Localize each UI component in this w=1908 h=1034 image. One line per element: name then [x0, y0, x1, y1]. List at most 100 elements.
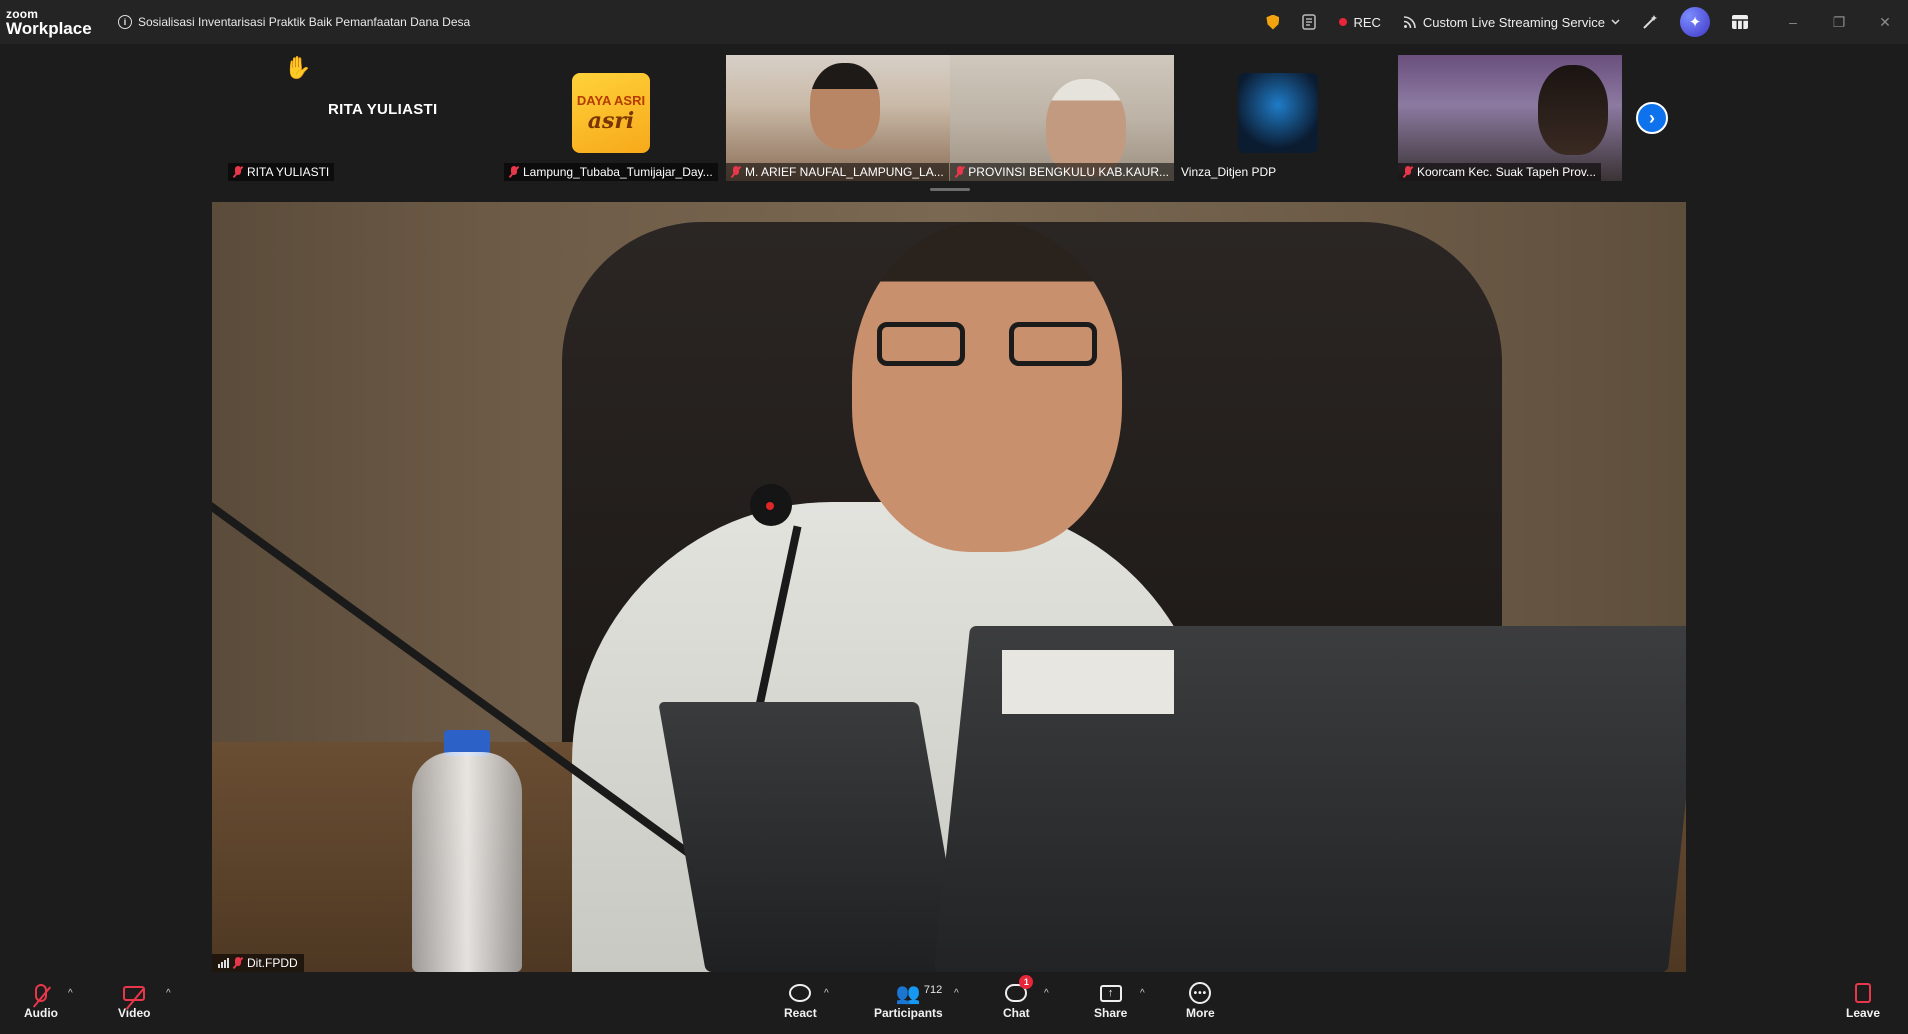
participant-tile[interactable]: ✋ RITA YULIASTI RITA YULIASTI [228, 55, 452, 181]
participant-avatar [1238, 73, 1318, 153]
video-water-bottle [412, 752, 522, 972]
participant-video-tile[interactable]: M. ARIEF NAUFAL_LAMPUNG_LA... [726, 55, 950, 181]
leave-button[interactable]: Leave [1846, 980, 1880, 1020]
signal-strength-icon [218, 958, 229, 968]
speaker-name: Dit.FPDD [247, 956, 298, 970]
microphone-muted-icon [35, 984, 47, 1002]
logo-line2: asri [587, 107, 635, 134]
participant-name: Lampung_Tubaba_Tumijajar_Day... [523, 165, 713, 179]
daya-asri-logo: DAYA ASRI asri [572, 73, 650, 153]
recording-indicator[interactable]: REC [1339, 14, 1381, 30]
share-button[interactable]: ↑ Share [1094, 980, 1127, 1020]
active-speaker-video[interactable] [212, 202, 1686, 972]
meeting-info[interactable]: i Sosialisasi Inventarisasi Praktik Baik… [118, 15, 470, 29]
participant-tile[interactable]: Vinza_Ditjen PDP [1176, 55, 1400, 181]
title-bar: zoom Workplace i Sosialisasi Inventarisa… [0, 0, 1908, 44]
video-microphone [750, 484, 792, 526]
wand-icon [1643, 15, 1657, 29]
strip-resize-handle[interactable] [930, 188, 970, 191]
leave-label: Leave [1846, 1006, 1881, 1020]
live-stream-menu[interactable]: Custom Live Streaming Service [1403, 15, 1620, 30]
react-button[interactable]: React [784, 980, 817, 1020]
info-icon[interactable]: i [118, 15, 132, 29]
stream-label: Custom Live Streaming Service [1422, 14, 1605, 30]
apps-button[interactable] [1732, 15, 1748, 29]
meeting-toolbar: Audio ^ Video ^ React ^ 👥 712 Participan… [0, 972, 1908, 1034]
speaker-name-tag: Dit.FPDD [212, 954, 304, 972]
mic-muted-icon [509, 166, 519, 178]
chat-label: Chat [1003, 1006, 1030, 1020]
chat-unread-badge: 1 [1019, 975, 1034, 989]
leave-door-icon [1855, 983, 1872, 1003]
participant-video [1538, 65, 1608, 155]
participant-name: PROVINSI BENGKULU KAB.KAUR... [968, 165, 1169, 179]
magic-wand-button[interactable] [1642, 14, 1658, 30]
camera-off-icon [123, 985, 146, 1001]
mic-muted-icon [731, 166, 741, 178]
meeting-title: Sosialisasi Inventarisasi Praktik Baik P… [138, 15, 471, 29]
react-label: React [784, 1006, 817, 1020]
participant-video [810, 63, 880, 149]
chevron-down-icon [1611, 19, 1620, 25]
notes-button[interactable] [1301, 14, 1317, 30]
mic-muted-icon [955, 166, 964, 178]
rec-label: REC [1353, 14, 1381, 30]
video-speaker-head [852, 222, 1122, 552]
broadcast-icon [1403, 16, 1416, 29]
brand-top: zoom [6, 6, 39, 21]
participants-icon: 👥 [895, 982, 921, 1005]
share-screen-icon: ↑ [1099, 984, 1122, 1002]
participant-name: Koorcam Kec. Suak Tapeh Prov... [1417, 165, 1596, 179]
rec-dot-icon [1339, 18, 1348, 26]
title-controls: REC Custom Live Streaming Service ✦ – ❐ … [1266, 0, 1908, 44]
participant-name-tag: Koorcam Kec. Suak Tapeh Prov... [1398, 163, 1601, 181]
chat-button[interactable]: 1 Chat [1003, 975, 1034, 1020]
participant-display-name: RITA YULIASTI [328, 101, 438, 118]
more-label: More [1186, 1006, 1215, 1020]
chat-options-caret[interactable]: ^ [1044, 988, 1049, 999]
zoom-meeting-window: zoom Workplace i Sosialisasi Inventarisa… [0, 0, 1908, 1034]
ai-companion-button[interactable]: ✦ [1680, 7, 1710, 37]
sparkle-icon: ✦ [1680, 7, 1710, 37]
participant-name: M. ARIEF NAUFAL_LAMPUNG_LA... [745, 165, 944, 179]
video-button[interactable]: Video [118, 980, 150, 1020]
participant-video-tile[interactable]: PROVINSI BENGKULU KAB.KAUR... [950, 55, 1174, 181]
mic-muted-icon [233, 166, 243, 178]
close-button[interactable]: ✕ [1862, 14, 1908, 31]
participant-name-tag: Vinza_Ditjen PDP [1176, 163, 1281, 181]
participant-name-tag: Lampung_Tubaba_Tumijajar_Day... [504, 163, 718, 181]
audio-button[interactable]: Audio [24, 980, 58, 1020]
participants-label: Participants [874, 1006, 943, 1020]
restore-button[interactable]: ❐ [1816, 14, 1862, 31]
logo-line1: DAYA ASRI [576, 92, 646, 108]
participant-name: Vinza_Ditjen PDP [1181, 165, 1277, 179]
video-laptop-sticker [1002, 650, 1174, 714]
audio-options-caret[interactable]: ^ [68, 988, 73, 999]
video-options-caret[interactable]: ^ [166, 988, 171, 999]
participant-name-tag: PROVINSI BENGKULU KAB.KAUR... [950, 163, 1174, 181]
participant-video-tile[interactable]: Koorcam Kec. Suak Tapeh Prov... [1398, 55, 1622, 181]
more-dots-icon: ••• [1189, 982, 1212, 1004]
participants-options-caret[interactable]: ^ [954, 988, 959, 999]
security-shield[interactable] [1266, 14, 1280, 30]
raised-hand-icon: ✋ [284, 55, 312, 80]
participant-name-tag: M. ARIEF NAUFAL_LAMPUNG_LA... [726, 163, 949, 181]
gallery-next-button[interactable]: › [1636, 102, 1668, 134]
participant-name-tag: RITA YULIASTI [228, 163, 335, 181]
shield-icon [1266, 14, 1280, 30]
more-button[interactable]: ••• More [1186, 980, 1215, 1020]
gallery-strip: ✋ RITA YULIASTI RITA YULIASTI DAYA ASRI … [0, 44, 1908, 194]
video-mic-light [766, 502, 774, 510]
minimize-button[interactable]: – [1770, 14, 1816, 30]
participant-tile[interactable]: DAYA ASRI asri Lampung_Tubaba_Tumijajar_… [504, 55, 728, 181]
zoom-logo: zoom Workplace [0, 8, 118, 37]
mic-muted-icon [1403, 166, 1413, 178]
react-options-caret[interactable]: ^ [824, 988, 829, 999]
apps-grid-icon [1732, 15, 1748, 29]
share-options-caret[interactable]: ^ [1140, 988, 1145, 999]
participants-button[interactable]: 👥 712 Participants [874, 980, 943, 1021]
mic-muted-icon [233, 957, 243, 969]
video-speaker-glasses [877, 322, 1097, 368]
notes-icon [1302, 14, 1317, 30]
video-laptop-left [658, 702, 966, 972]
